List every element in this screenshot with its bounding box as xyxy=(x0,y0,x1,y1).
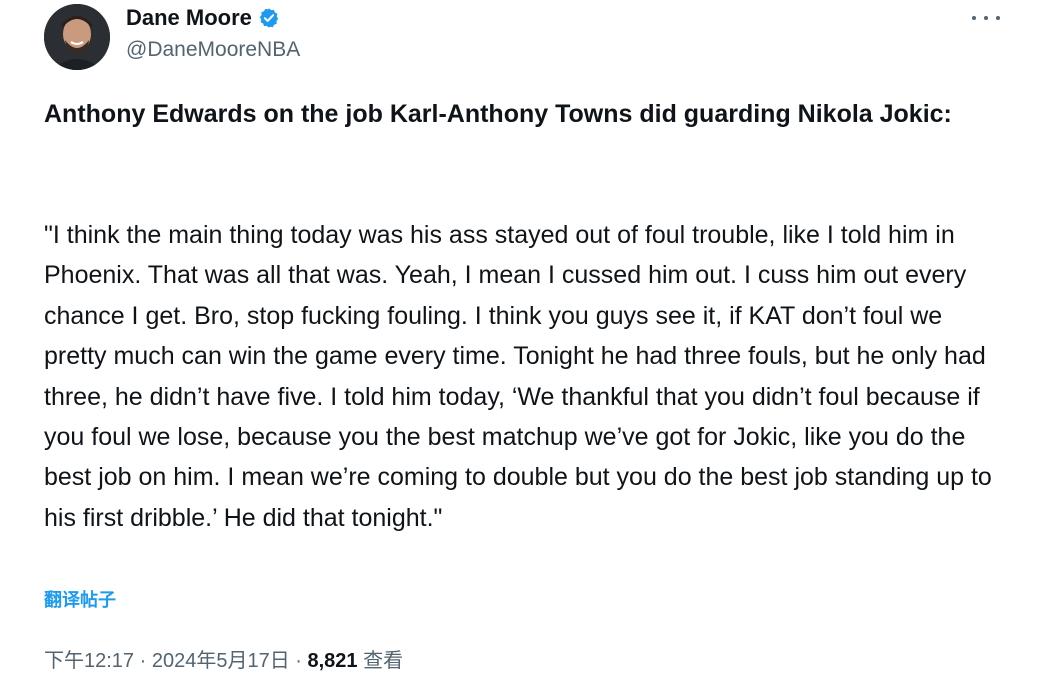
author-name-row[interactable]: Dane Moore xyxy=(126,4,280,32)
author-handle[interactable]: @DaneMooreNBA xyxy=(126,38,300,62)
post-quote: "I think the main thing today was his as… xyxy=(44,221,992,532)
views-count: 8,821 xyxy=(307,650,358,672)
post-time[interactable]: 下午12:17 xyxy=(44,650,134,672)
meta-separator: · xyxy=(289,650,308,672)
author-display-name[interactable]: Dane Moore xyxy=(126,5,252,31)
more-dot xyxy=(972,16,976,20)
post-date[interactable]: 2024年5月17日 xyxy=(152,650,290,672)
more-options-icon[interactable] xyxy=(972,8,1000,28)
post-meta: 下午12:17 · 2024年5月17日 · 8,821 查看 xyxy=(44,644,403,673)
more-dot xyxy=(996,16,1000,20)
verified-badge-icon xyxy=(259,8,279,28)
meta-separator: · xyxy=(134,650,152,672)
tweet-card: Dane Moore @DaneMooreNBA Anthony Edwards… xyxy=(0,0,1037,672)
post-headline: Anthony Edwards on the job Karl-Anthony … xyxy=(44,100,952,128)
avatar-photo xyxy=(44,4,110,70)
avatar[interactable] xyxy=(44,4,110,70)
views-label: 查看 xyxy=(357,650,404,672)
more-dot xyxy=(984,16,988,20)
translate-post-link[interactable]: 翻译帖子 xyxy=(44,586,116,612)
